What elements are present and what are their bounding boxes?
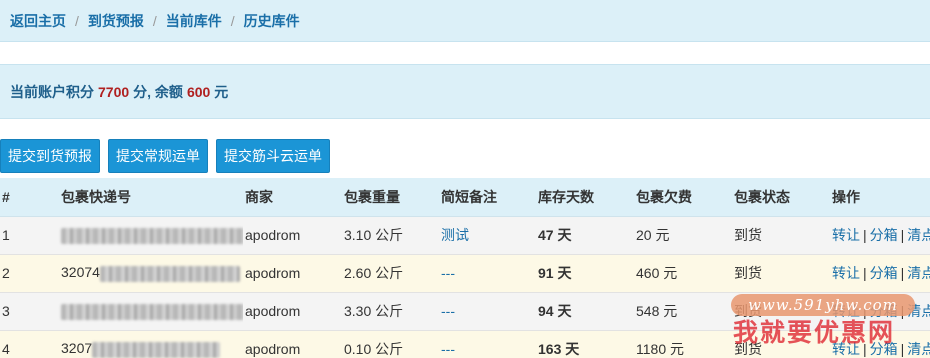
table-row: 1 apodrom 3.10 公斤 测试 47 天 20 元 到货 转让 | 分箱 |… — [0, 216, 930, 255]
split-box-link[interactable]: 分箱 — [870, 265, 898, 281]
breadcrumb-current-stock[interactable]: 当前库件 — [166, 11, 222, 31]
action-toolbar: 提交到货预报 提交常规运单 提交筋斗云运单 — [0, 139, 330, 174]
account-balance-value: 600 — [186, 83, 211, 100]
merchant-cell: apodrom — [243, 216, 342, 255]
column-header-tracking: 包裹快递号 — [29, 178, 243, 217]
row-index: 4 — [0, 330, 29, 358]
storage-days-cell: 163 天 — [536, 330, 634, 358]
column-header-index: # — [0, 178, 29, 217]
column-header-status: 包裹状态 — [732, 178, 830, 217]
operation-separator: | — [900, 227, 905, 243]
weight-cell: 0.10 公斤 — [342, 330, 439, 358]
breadcrumb-separator: / — [75, 12, 79, 29]
storage-days-cell: 91 天 — [536, 254, 634, 293]
redacted-tracking-number — [61, 227, 243, 244]
account-points-label: 当前账户积分 — [10, 83, 94, 100]
submit-arrival-forecast-button[interactable]: 提交到货预报 — [0, 139, 100, 173]
note-cell: --- — [439, 254, 536, 293]
fee-cell: 1180 元 — [634, 330, 732, 358]
breadcrumb-arrival-forecast[interactable]: 到货预报 — [88, 11, 144, 31]
note-cell: --- — [439, 292, 536, 331]
table-header-row: # 包裹快递号 商家 包裹重量 简短备注 库存天数 包裹欠费 包裹状态 操作 — [0, 178, 930, 217]
storage-days-cell: 47 天 — [536, 216, 634, 255]
redacted-tracking-number — [92, 341, 221, 358]
watermark-url: www.591yhw.com — [731, 294, 915, 316]
breadcrumb-separator: / — [152, 12, 157, 29]
tracking-number-cell — [29, 216, 243, 255]
status-cell: 到货 — [732, 254, 830, 293]
tracking-number-visible: 3207 — [61, 340, 93, 357]
tracking-number-visible: 32074 — [61, 264, 100, 281]
note-link[interactable]: --- — [441, 303, 455, 319]
column-header-merchant: 商家 — [243, 178, 342, 217]
watermark-brand: 我就要优惠网 — [733, 319, 896, 347]
fee-cell: 548 元 — [634, 292, 732, 331]
transfer-link[interactable]: 转让 — [832, 265, 860, 281]
storage-days-cell: 94 天 — [536, 292, 634, 331]
breadcrumb-home[interactable]: 返回主页 — [10, 11, 66, 31]
column-header-weight: 包裹重量 — [342, 178, 439, 217]
note-cell: 测试 — [439, 216, 536, 255]
account-balance-label: 分, 余额 — [133, 83, 183, 100]
submit-jindouyun-waybill-button[interactable]: 提交筋斗云运单 — [216, 139, 330, 173]
column-header-note: 简短备注 — [439, 178, 536, 217]
fee-cell: 460 元 — [634, 254, 732, 293]
row-index: 1 — [0, 216, 29, 255]
note-link[interactable]: 测试 — [441, 227, 469, 243]
inventory-check-link[interactable]: 清点 — [907, 265, 930, 281]
weight-cell: 3.10 公斤 — [342, 216, 439, 255]
fee-cell: 20 元 — [634, 216, 732, 255]
breadcrumb: 返回主页 / 到货预报 / 当前库件 / 历史库件 — [0, 0, 930, 42]
tracking-number-cell — [29, 292, 243, 331]
merchant-cell: apodrom — [243, 330, 342, 358]
operations-cell: 转让|分箱|清点 — [830, 254, 930, 293]
operation-separator: | — [900, 265, 905, 281]
merchant-cell: apodrom — [243, 254, 342, 293]
operation-separator: | — [863, 227, 867, 243]
row-index: 3 — [0, 292, 29, 331]
tracking-number-cell: 32074 — [29, 254, 243, 293]
redacted-tracking-number — [99, 265, 240, 282]
account-balance-unit: 元 — [214, 83, 229, 100]
weight-cell: 3.30 公斤 — [342, 292, 439, 331]
tracking-number-cell: 3207 — [29, 330, 243, 358]
operation-separator: | — [863, 265, 867, 281]
status-cell: 到货 — [732, 216, 830, 255]
breadcrumb-history-stock[interactable]: 历史库件 — [244, 11, 300, 31]
column-header-actions: 操作 — [830, 178, 930, 217]
note-link[interactable]: --- — [441, 265, 455, 281]
note-link[interactable]: --- — [441, 341, 455, 357]
account-summary: 当前账户积分 7700 分, 余额 600 元 — [0, 64, 930, 119]
operations-cell: 转让|分箱|清点 — [830, 216, 930, 255]
merchant-cell: apodrom — [243, 292, 342, 331]
column-header-fee: 包裹欠费 — [634, 178, 732, 217]
submit-regular-waybill-button[interactable]: 提交常规运单 — [108, 139, 208, 173]
column-header-days: 库存天数 — [536, 178, 634, 217]
redacted-tracking-number — [61, 303, 243, 320]
transfer-link[interactable]: 转让 — [832, 227, 860, 243]
weight-cell: 2.60 公斤 — [342, 254, 439, 293]
split-box-link[interactable]: 分箱 — [870, 227, 898, 243]
breadcrumb-separator: / — [230, 12, 235, 29]
account-points-value: 7700 — [98, 83, 130, 100]
inventory-check-link[interactable]: 清点 — [907, 227, 930, 243]
table-row: 2 32074 apodrom 2.60 公斤 --- 91 天 460 元 到… — [0, 254, 930, 293]
note-cell: --- — [439, 330, 536, 358]
row-index: 2 — [0, 254, 29, 293]
